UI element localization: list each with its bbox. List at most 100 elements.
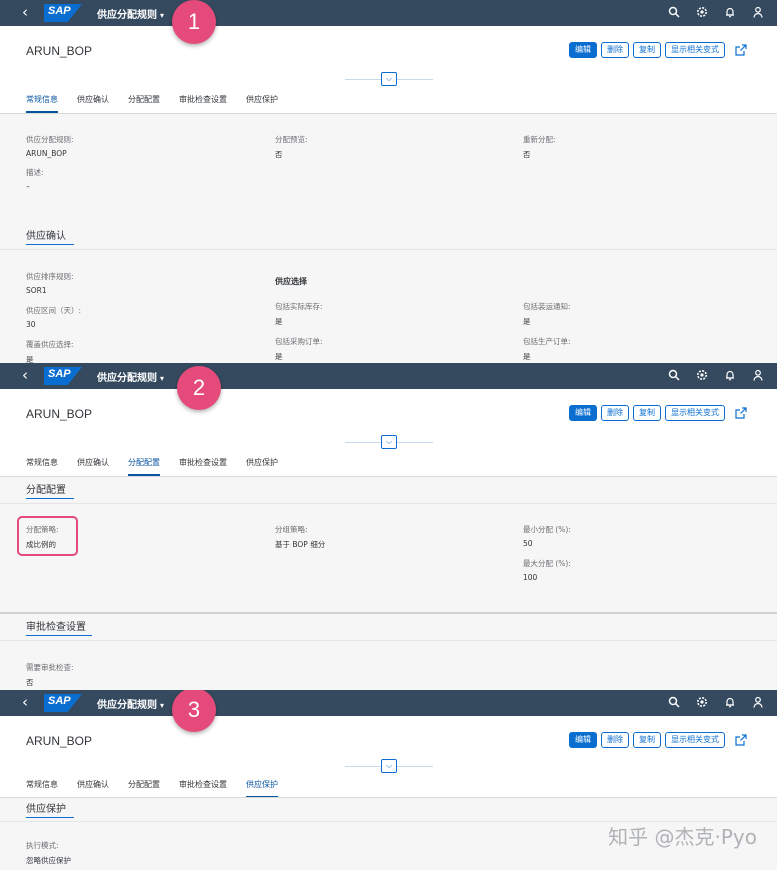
content-area: 分配配置 分配策略: 成比例的 分组策略: 基于 BOP 细分 最小分配 (%): 5… [0,477,777,690]
gear-icon[interactable] [695,4,709,20]
object-title: ARUN_BOP [26,734,93,748]
tab-alloc-config[interactable]: 分配配置 [128,94,160,113]
field-approval-required: 需要审批检查: 否 [26,663,74,687]
search-icon[interactable] [667,694,681,710]
edit-button[interactable]: 编辑 [569,42,597,58]
sap-logo[interactable]: SAP [44,4,82,22]
object-header: ARUN_BOP 编辑 删除 复制 显示相关变式 ⌵ 常规信息 供应确认 分配配… [0,26,777,114]
object-header: ARUN_BOP 编辑 删除 复制 显示相关变式 ⌵ 常规信息 供应确认 分配配… [0,716,777,798]
gear-icon[interactable] [695,367,709,383]
user-icon[interactable] [751,4,765,20]
chevron-down-icon: ▾ [160,701,165,710]
tab-supply-protect[interactable]: 供应保护 [246,94,278,113]
section-title-approval: 审批检查设置 [26,622,86,633]
content-area: 供应分配规则: ARUN_BOP 分配预览: 否 重新分配: 否 描述: – 供应确认 … [0,114,777,363]
sap-logo[interactable]: SAP [44,694,82,712]
show-related-button[interactable]: 显示相关变式 [665,42,725,58]
delete-button[interactable]: 删除 [601,42,629,58]
field-override: 覆盖供应选择: 是 [26,340,74,363]
delete-button[interactable]: 删除 [601,405,629,421]
copy-button[interactable]: 复制 [633,732,661,748]
subhead-supply-selection: 供应选择 [275,277,307,286]
header-collapse: ⌵ [345,759,433,773]
tab-approval[interactable]: 审批检查设置 [179,779,227,798]
back-button[interactable]: ‹ [22,366,28,384]
field-min-alloc: 最小分配 (%): 50 [523,525,571,548]
tab-supply-confirm[interactable]: 供应确认 [77,457,109,476]
user-icon[interactable] [751,367,765,383]
step-badge-1: 1 [172,0,216,44]
field-horizon: 供应区间（天）: 30 [26,306,82,329]
show-related-button[interactable]: 显示相关变式 [665,405,725,421]
search-icon[interactable] [667,4,681,20]
share-icon[interactable] [735,44,747,56]
tab-alloc-config[interactable]: 分配配置 [128,779,160,798]
shell-bar: ‹ SAP 供应分配规则 ▾ [0,690,777,716]
bell-icon[interactable] [723,694,737,710]
collapse-header-button[interactable]: ⌵ [381,759,397,773]
field-rule: 供应分配规则: ARUN_BOP [26,135,74,158]
step-badge-3: 3 [172,690,216,732]
app-title-menu[interactable]: 供应分配规则 ▾ [97,369,164,384]
field-alloc-strategy: 分配策略: 成比例的 [26,525,59,549]
copy-button[interactable]: 复制 [633,42,661,58]
tab-bar: 常规信息 供应确认 分配配置 审批检查设置 供应保护 [26,779,297,798]
chevron-down-icon: ▾ [160,11,165,20]
field-exec-mode: 执行模式: 忽略供应保护 [26,841,71,865]
tab-general[interactable]: 常规信息 [26,779,58,798]
shell-bar: ‹ SAP 供应分配规则 ▾ [0,0,777,26]
screenshot-panel-1: ‹ SAP 供应分配规则 ▾ 1 ARUN_BOP 编辑 删除 复制 显示相关变式… [0,0,777,363]
shell-bar: ‹ SAP 供应分配规则 ▾ [0,363,777,389]
tab-general[interactable]: 常规信息 [26,457,58,476]
field-po: 包括采购订单: 是 [275,337,323,361]
app-title-menu[interactable]: 供应分配规则 ▾ [97,6,164,21]
edit-button[interactable]: 编辑 [569,405,597,421]
header-collapse: ⌵ [345,72,433,86]
tab-approval[interactable]: 审批检查设置 [179,457,227,476]
tab-approval[interactable]: 审批检查设置 [179,94,227,113]
chevron-down-icon: ▾ [160,374,165,383]
copy-button[interactable]: 复制 [633,405,661,421]
back-button[interactable]: ‹ [22,3,28,21]
delete-button[interactable]: 删除 [601,732,629,748]
watermark: 知乎 @杰克·Pyo [608,825,757,849]
tab-supply-confirm[interactable]: 供应确认 [77,779,109,798]
collapse-header-button[interactable]: ⌵ [381,72,397,86]
tab-alloc-config[interactable]: 分配配置 [128,457,160,476]
tab-supply-protect[interactable]: 供应保护 [246,779,278,798]
field-group-strategy: 分组策略: 基于 BOP 细分 [275,525,326,549]
section-title-alloc-config: 分配配置 [26,485,66,496]
back-button[interactable]: ‹ [22,693,28,711]
object-header: ARUN_BOP 编辑 删除 复制 显示相关变式 ⌵ 常规信息 供应确认 分配配… [0,389,777,477]
tab-bar: 常规信息 供应确认 分配配置 审批检查设置 供应保护 [26,457,297,476]
collapse-header-button[interactable]: ⌵ [381,435,397,449]
search-icon[interactable] [667,367,681,383]
step-badge-2: 2 [177,366,221,410]
share-icon[interactable] [735,407,747,419]
object-title: ARUN_BOP [26,44,93,58]
header-collapse: ⌵ [345,435,433,449]
field-prod-order: 包括生产订单: 是 [523,337,571,361]
section-title-supply-protect: 供应保护 [26,804,66,815]
object-title: ARUN_BOP [26,407,93,421]
gear-icon[interactable] [695,694,709,710]
field-preview: 分配预览: 否 [275,135,308,159]
screenshot-panel-3: ‹ SAP 供应分配规则 ▾ 3 ARUN_BOP 编辑 删除 复制 显示相关变式… [0,690,777,870]
tab-supply-protect[interactable]: 供应保护 [246,457,278,476]
tab-bar: 常规信息 供应确认 分配配置 审批检查设置 供应保护 [26,94,297,113]
tab-general[interactable]: 常规信息 [26,94,58,113]
sap-logo[interactable]: SAP [44,367,82,385]
edit-button[interactable]: 编辑 [569,732,597,748]
bell-icon[interactable] [723,4,737,20]
bell-icon[interactable] [723,367,737,383]
field-stock: 包括实际库存: 是 [275,302,323,326]
section-title-confirm: 供应确认 [26,231,66,242]
user-icon[interactable] [751,694,765,710]
field-sort-rule: 供应排序规则: SOR1 [26,272,74,295]
field-ship-notice: 包括装运通知: 是 [523,302,571,326]
tab-supply-confirm[interactable]: 供应确认 [77,94,109,113]
app-title-menu[interactable]: 供应分配规则 ▾ [97,696,164,711]
show-related-button[interactable]: 显示相关变式 [665,732,725,748]
screenshot-panel-2: ‹ SAP 供应分配规则 ▾ 2 ARUN_BOP 编辑 删除 复制 显示相关变式… [0,363,777,690]
share-icon[interactable] [735,734,747,746]
